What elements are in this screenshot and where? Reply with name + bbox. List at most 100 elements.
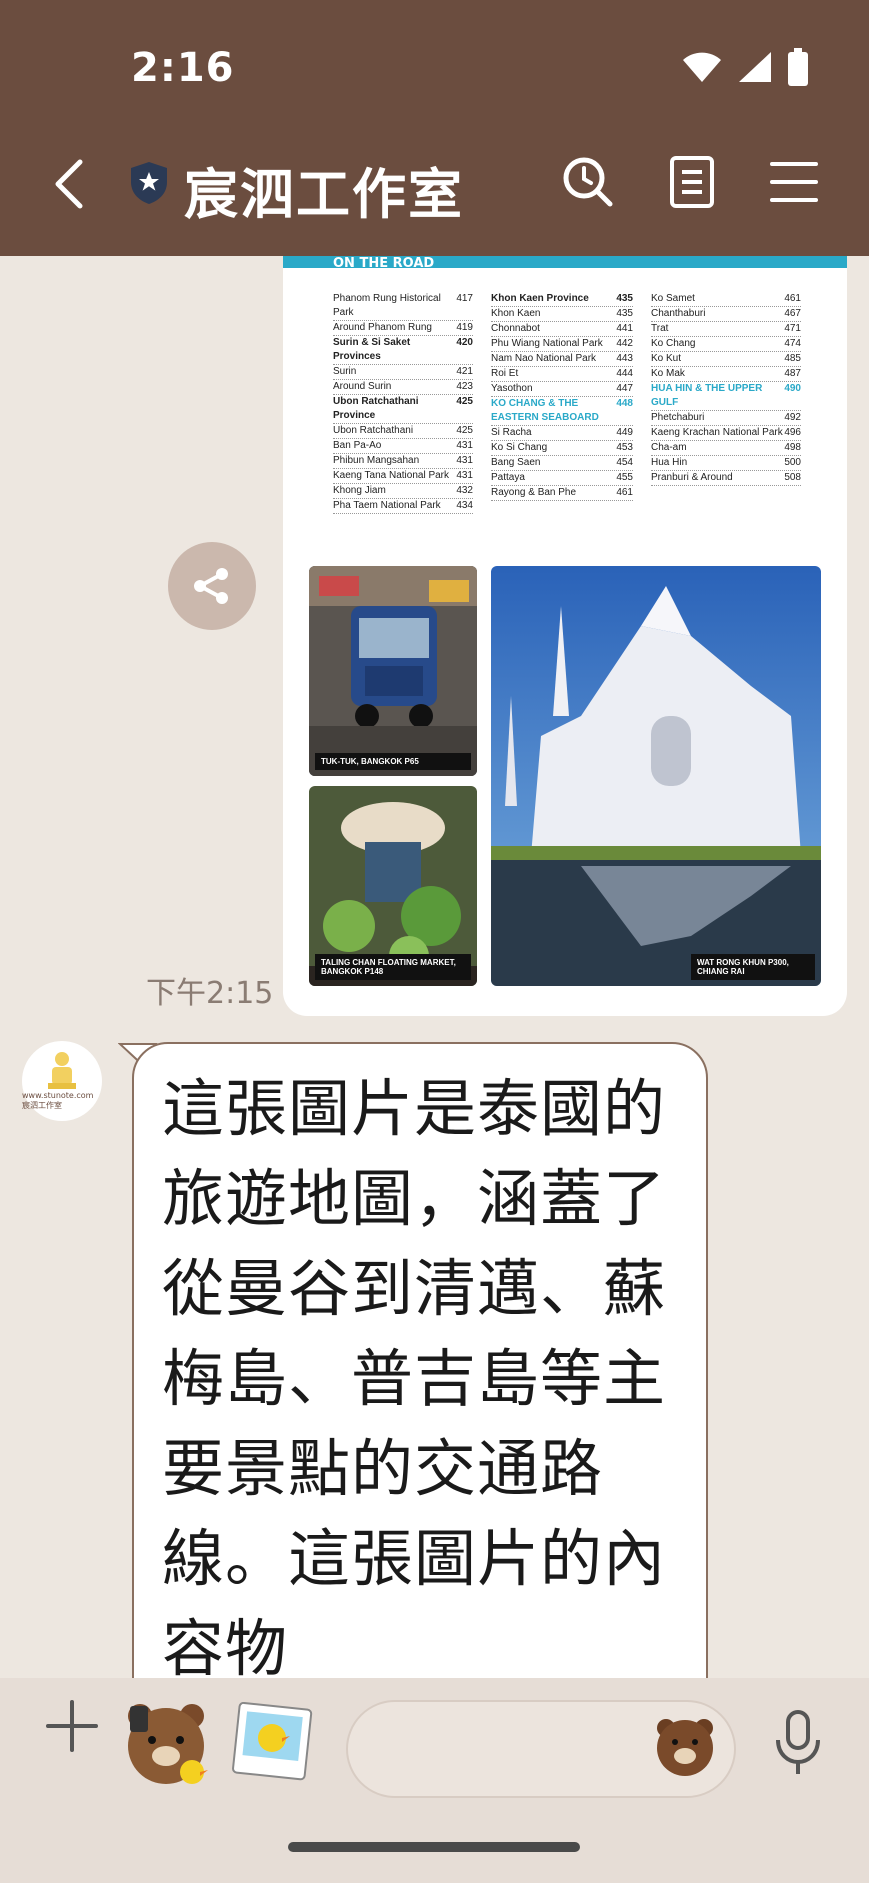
toc-entry-label: Rayong & Ban Phe — [491, 487, 577, 498]
search-icon[interactable] — [560, 154, 616, 210]
toc-entry-label: Bang Saen — [491, 457, 541, 468]
toc-entry-page: 454 — [616, 457, 633, 468]
toc-column-3: Ko Samet 461 Chanthaburi 467 Trat 471 Ko Chang… — [651, 292, 801, 486]
toc-entry-label: Kaeng Tana National Park — [333, 470, 450, 481]
toc-entry: Kaeng Krachan National Park 496 — [651, 426, 801, 441]
toc-entry-label: Phu Wiang National Park — [491, 338, 603, 349]
toc-entry-page: 461 — [616, 487, 633, 498]
toc-entry: Surin & Si Saket Provinces 420 — [333, 336, 473, 365]
toc-entry-page: 492 — [784, 412, 801, 423]
toc-entry-page: 471 — [784, 323, 801, 334]
toc-entry: Phetchaburi 492 — [651, 411, 801, 426]
toc-entry-label: Cha-am — [651, 442, 687, 453]
toc-entry-page: 421 — [456, 366, 473, 377]
toc-entry-label: Pha Taem National Park — [333, 500, 441, 511]
menu-icon[interactable] — [766, 154, 822, 210]
toc-entry-page: 485 — [784, 353, 801, 364]
caption-photo1: TUK-TUK, BANGKOK P65 — [315, 753, 471, 770]
toc-entry-page: 431 — [456, 455, 473, 466]
toc-entry: KO CHANG & THE EASTERN SEABOARD 448 — [491, 397, 633, 426]
toc-entry: Bang Saen 454 — [491, 456, 633, 471]
toc-entry-label: Pranburi & Around — [651, 472, 733, 483]
toc-entry-label: HUA HIN & THE UPPER GULF — [651, 383, 763, 408]
reply-bubble[interactable]: 這張圖片是泰國的旅遊地圖，涵蓋了從曼谷到清邁、蘇梅島、普吉島等主要景點的交通路線… — [132, 1042, 708, 1678]
toc-entry: Khon Kaen Province 435 — [491, 292, 633, 307]
toc-entry: Pha Taem National Park 434 — [333, 499, 473, 514]
toc-entry-label: Ko Mak — [651, 368, 685, 379]
emoji-bear-icon[interactable] — [650, 1710, 720, 1780]
toc-entry-label: Ko Kut — [651, 353, 682, 364]
toc-entry: Phibun Mangsahan 431 — [333, 454, 473, 469]
toc-entry-page: 441 — [616, 323, 633, 334]
toc-entry-page: 420 — [456, 337, 473, 348]
toc-entry: Si Racha 449 — [491, 426, 633, 441]
toc-entry: Khon Kaen 435 — [491, 307, 633, 322]
toc-entry-label: Khong Jiam — [333, 485, 386, 496]
toc-entry-page: 474 — [784, 338, 801, 349]
toc-entry: Pranburi & Around 508 — [651, 471, 801, 486]
avatar[interactable]: www.stunote.com 宸泗工作室 — [22, 1041, 102, 1121]
toc-entry: Ko Chang 474 — [651, 337, 801, 352]
toc-entry-page: 442 — [616, 338, 633, 349]
toc-entry-label: Khon Kaen Province — [491, 293, 589, 304]
share-button[interactable] — [168, 542, 256, 630]
toc-entry: Cha-am 498 — [651, 441, 801, 456]
bear-sticker-icon[interactable] — [120, 1696, 212, 1788]
chat-area[interactable]: ON THE ROAD Phanom Rung Historical Park 4… — [0, 256, 869, 1678]
toc-entry: Around Phanom Rung 419 — [333, 321, 473, 336]
toc-entry: Rayong & Ban Phe 461 — [491, 486, 633, 501]
toc-entry-label: Khon Kaen — [491, 308, 541, 319]
status-time: 2:16 — [131, 45, 235, 91]
toc-entry-label: Ko Si Chang — [491, 442, 548, 453]
toc-entry: Hua Hin 500 — [651, 456, 801, 471]
status-icons — [681, 48, 809, 86]
toc-entry: Ubon Ratchathani Province 425 — [333, 395, 473, 424]
toc-entry-label: Ubon Ratchathani — [333, 425, 414, 436]
toc-entry-page: 432 — [456, 485, 473, 496]
toc-entry-label: Kaeng Krachan National Park — [651, 427, 783, 438]
toc-entry-page: 500 — [784, 457, 801, 468]
shield-badge-icon — [131, 162, 167, 204]
back-arrow-icon[interactable] — [52, 158, 86, 210]
toc-entry-page: 435 — [616, 293, 633, 304]
toc-entry-page: 508 — [784, 472, 801, 483]
toc-entry-page: 425 — [456, 425, 473, 436]
toc-entry-page: 423 — [456, 381, 473, 392]
share-icon — [194, 568, 228, 604]
photo-tuk-tuk: TUK-TUK, BANGKOK P65 — [309, 566, 477, 776]
toc-entry-label: Trat — [651, 323, 669, 334]
image-message[interactable]: ON THE ROAD Phanom Rung Historical Park 4… — [283, 256, 847, 1016]
toc-entry-page: 455 — [616, 472, 633, 483]
microphone-icon[interactable] — [770, 1708, 826, 1778]
page-header-bar: ON THE ROAD — [283, 256, 847, 271]
toc-entry-label: KO CHANG & THE EASTERN SEABOARD — [491, 398, 599, 423]
toc-entry-label: Ko Samet — [651, 293, 695, 304]
home-indicator[interactable] — [288, 1842, 580, 1852]
toc-entry-page: 498 — [784, 442, 801, 453]
caption-photo2: TALING CHAN FLOATING MARKET, BANGKOK P14… — [315, 954, 471, 980]
toc-entry: Ko Si Chang 453 — [491, 441, 633, 456]
toc-entry-label: Nam Nao National Park — [491, 353, 597, 364]
toc-entry-label: Si Racha — [491, 427, 532, 438]
toc-entry-label: Surin & Si Saket Provinces — [333, 337, 411, 362]
toc-entry: HUA HIN & THE UPPER GULF 490 — [651, 382, 801, 411]
caption-photo3: WAT RONG KHUN P300, CHIANG RAI — [691, 954, 815, 980]
toc-column-2: Khon Kaen Province 435 Khon Kaen 435 Chonnab… — [491, 292, 633, 501]
avatar-figure-icon — [48, 1052, 76, 1089]
toc-entry-page: 447 — [616, 383, 633, 394]
toc-entry: Phu Wiang National Park 442 — [491, 337, 633, 352]
toc-entry-page: 417 — [456, 293, 473, 304]
photo-sticker-icon[interactable] — [228, 1702, 314, 1782]
plus-icon[interactable] — [42, 1696, 102, 1756]
toc-entry: Trat 471 — [651, 322, 801, 337]
toc-entry: Ban Pa-Ao 431 — [333, 439, 473, 454]
toc-entry-page: 487 — [784, 368, 801, 379]
page-header-text: ON THE ROAD — [333, 256, 435, 271]
toc-entry-label: Ubon Ratchathani Province — [333, 396, 419, 421]
toc-entry-page: 461 — [784, 293, 801, 304]
wifi-icon — [683, 52, 721, 82]
toc-entry: Khong Jiam 432 — [333, 484, 473, 499]
notes-icon[interactable] — [664, 154, 720, 210]
toc-entry-page: 425 — [456, 396, 473, 407]
toc-entry-page: 496 — [784, 427, 801, 438]
